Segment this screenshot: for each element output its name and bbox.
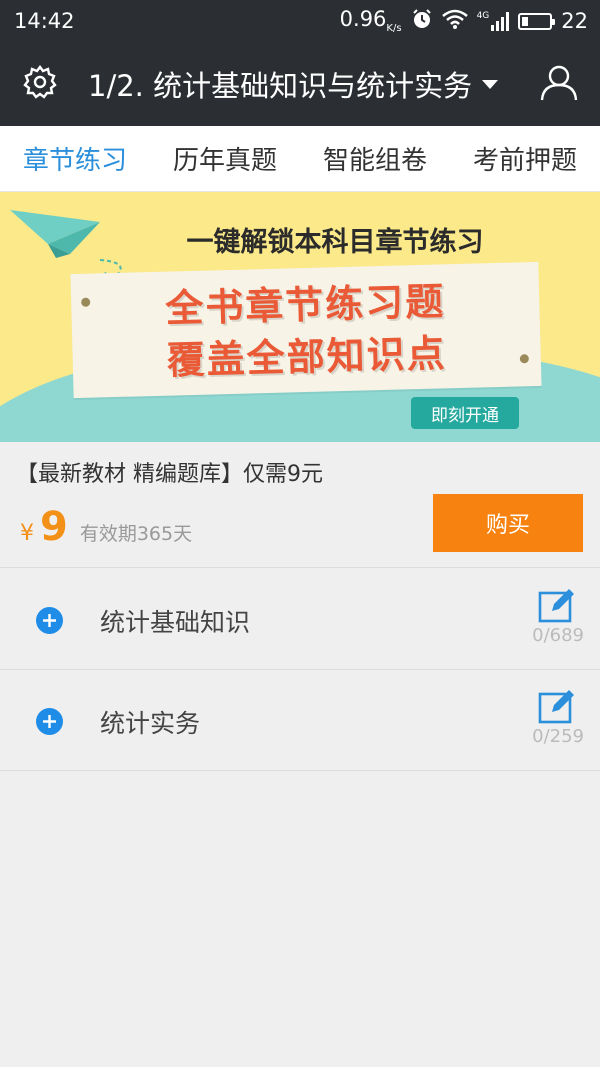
banner-card: 全书章节练习题 覆盖全部知识点 xyxy=(70,261,542,399)
edit-practice-icon[interactable] xyxy=(538,587,576,627)
currency-symbol: ¥ xyxy=(20,521,34,546)
subject-selector[interactable]: 1/2. 统计基础知识与统计实务 xyxy=(80,63,518,105)
validity-text: 有效期365天 xyxy=(79,523,193,545)
price-row: ¥ 9 有效期365天 xyxy=(20,504,192,550)
tab-chapter-practice[interactable]: 章节练习 xyxy=(23,140,127,177)
product-title: 【最新教材 精编题库】仅需9元 xyxy=(16,462,323,487)
network-speed: 0.96K/s xyxy=(339,7,402,35)
status-bar: 14:42 0.96K/s 4G 22 xyxy=(0,0,600,42)
battery-level: 22 xyxy=(561,9,588,33)
chapter-name: 统计实务 xyxy=(100,709,201,738)
chapter-name: 统计基础知识 xyxy=(100,608,251,637)
price-value: 9 xyxy=(40,504,68,550)
alarm-icon xyxy=(411,8,433,35)
user-profile-button[interactable] xyxy=(518,42,600,126)
settings-button[interactable] xyxy=(0,42,80,126)
chapter-item[interactable]: 统计实务 0/259 xyxy=(0,670,600,771)
app-header: 1/2. 统计基础知识与统计实务 xyxy=(0,42,600,126)
product-section: 【最新教材 精编题库】仅需9元 ¥ 9 有效期365天 购买 xyxy=(0,442,600,568)
cell-signal-icon: 4G xyxy=(477,11,510,31)
network-type: 4G xyxy=(476,11,490,21)
battery-icon xyxy=(518,12,556,30)
progress-count: 0/689 xyxy=(532,625,584,646)
progress-count: 0/259 xyxy=(532,726,584,747)
promo-banner[interactable]: 一键解锁本科目章节练习 全书章节练习题 覆盖全部知识点 即刻开通 xyxy=(0,192,600,442)
tab-past-exams[interactable]: 历年真题 xyxy=(173,140,277,177)
tab-smart-paper[interactable]: 智能组卷 xyxy=(323,140,427,177)
expand-plus-icon[interactable] xyxy=(36,708,63,735)
activate-now-button[interactable]: 即刻开通 xyxy=(411,397,519,429)
chapter-item[interactable]: 统计基础知识 0/689 xyxy=(0,569,600,670)
expand-plus-icon[interactable] xyxy=(36,607,63,634)
page-title: 1/2. 统计基础知识与统计实务 xyxy=(88,69,473,103)
status-indicators: 0.96K/s 4G 22 xyxy=(340,7,588,34)
tab-pre-exam-predictions[interactable]: 考前押题 xyxy=(473,140,577,177)
user-icon xyxy=(539,62,579,106)
network-speed-unit: K/s xyxy=(386,23,402,35)
gear-icon xyxy=(22,64,58,104)
buy-button[interactable]: 购买 xyxy=(433,494,583,552)
edit-practice-icon[interactable] xyxy=(538,688,576,728)
status-time: 14:42 xyxy=(14,9,75,33)
banner-headline: 一键解锁本科目章节练习 xyxy=(186,227,484,258)
tab-bar: 章节练习 历年真题 智能组卷 考前押题 xyxy=(0,126,600,192)
caret-down-icon xyxy=(482,79,499,89)
wifi-icon xyxy=(441,9,468,34)
banner-line-2: 覆盖全部知识点 xyxy=(166,331,448,383)
